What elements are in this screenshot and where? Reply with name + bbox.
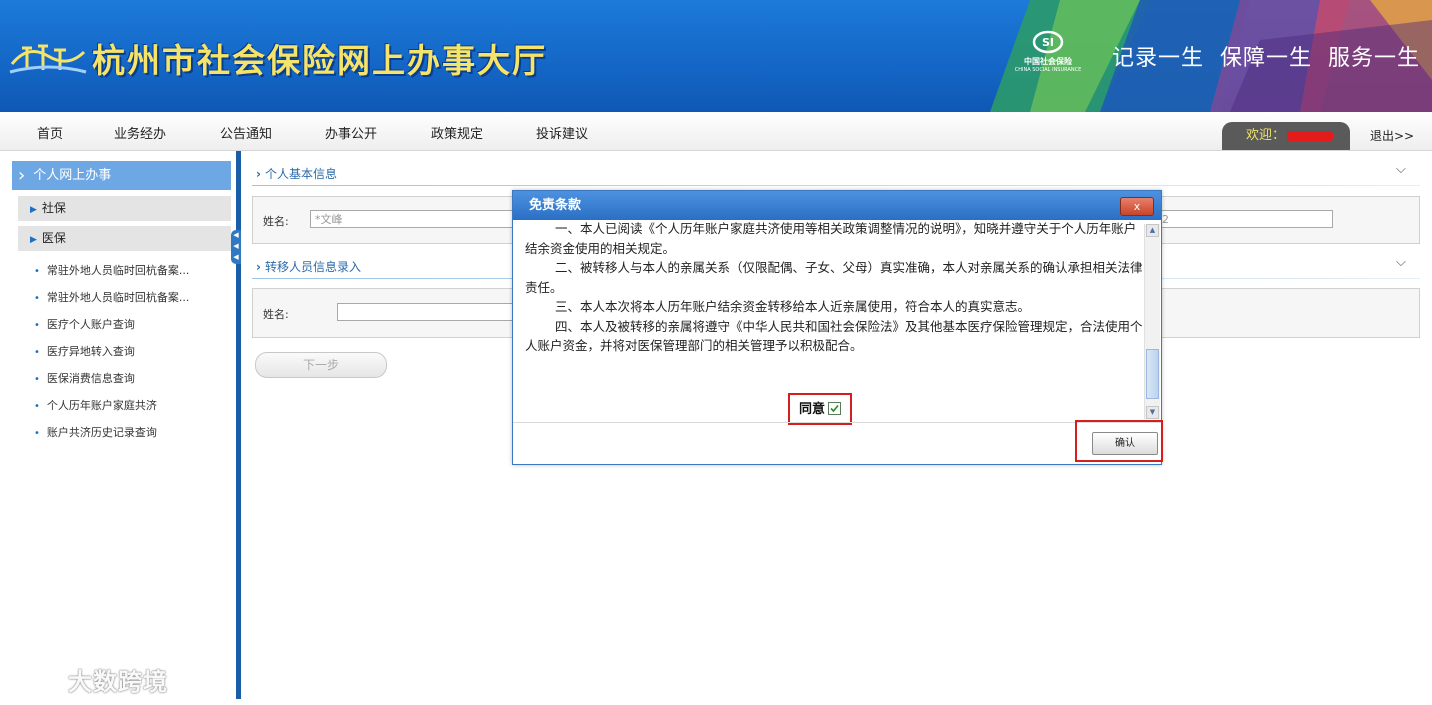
dialog-scrollbar[interactable]: ▲ ▼ (1144, 224, 1160, 419)
sidebar-group-social-security[interactable]: ▶ 社保 (18, 196, 231, 221)
section-divider (252, 185, 1420, 186)
agree-checkbox[interactable] (828, 402, 841, 415)
site-banner: 杭州市社会保险网上办事大厅 SI 中国社会保险 CHINA SOCIAL INS… (0, 0, 1432, 112)
sidebar-group-label: 社保 (41, 201, 66, 215)
dialog-body: 一、本人已阅读《个人历年账户家庭共济使用等相关政策调整情况的说明》，知晓并遵守关… (525, 221, 1143, 421)
sidebar-link-label: 医保消费信息查询 (46, 372, 135, 385)
checkmark-icon (830, 404, 839, 413)
sidebar-group-medical-insurance[interactable]: ▶ 医保 (18, 226, 231, 251)
scrollbar-thumb[interactable] (1146, 349, 1159, 399)
collapse-sidebar-icon[interactable]: ◀ ◀ ◀ (231, 230, 241, 264)
city-logo-icon (9, 44, 87, 74)
bullet-icon: • (34, 320, 40, 331)
clause-4: 四、本人及被转移的亲属将遵守《中华人民共和国社会保险法》及其他基本医疗保险管理规… (525, 318, 1143, 354)
nav-notices[interactable]: 公告通知 (220, 123, 272, 142)
sidebar-group-label: 医保 (41, 231, 66, 245)
watermark: 大数跨境 (10, 662, 168, 697)
top-navbar: 首页 业务经办 公告通知 办事公开 政策规定 投诉建议 欢迎： (0, 112, 1432, 151)
si-logo-icon: SI (1032, 30, 1064, 54)
agree-label: 同意 (798, 402, 825, 417)
name-label: 姓名: (263, 215, 289, 228)
si-logo-cn-text: 中国社会保险 (1024, 57, 1072, 66)
sidebar-link-temp-return-2[interactable]: • 常驻外地人员临时回杭备案... (34, 289, 189, 305)
transfer-name-field[interactable] (337, 303, 517, 321)
section-transfer-person-title: › 转移人员信息录入 (256, 258, 361, 275)
scroll-up-icon[interactable]: ▲ (1146, 224, 1159, 237)
sidebar-main-personal-online[interactable]: › 个人网上办事 (12, 161, 231, 190)
confirm-button[interactable]: 确认 (1092, 432, 1158, 455)
chevron-right-icon: › (256, 167, 261, 181)
chevron-down-icon[interactable]: ⌵ (1396, 255, 1406, 270)
svg-text:SI: SI (1042, 36, 1054, 49)
site-title: 杭州市社会保险网上办事大厅 (92, 41, 547, 80)
agree-highlight: 同意 (788, 393, 852, 425)
nav-business[interactable]: 业务经办 (114, 123, 166, 142)
sidebar-main-label: 个人网上办事 (33, 168, 112, 183)
bullet-icon: • (34, 293, 40, 304)
sidebar-link-temp-return-1[interactable]: • 常驻外地人员临时回杭备案... (34, 262, 189, 278)
disclaimer-dialog: 免责条款 x 一、本人已阅读《个人历年账户家庭共济使用等相关政策调整情况的说明》… (512, 190, 1163, 465)
sidebar-link-label: 账户共济历史记录查询 (46, 426, 157, 439)
next-step-button[interactable]: 下一步 (255, 352, 387, 378)
redacted-username (1287, 130, 1334, 141)
sidebar-link-transfer-in[interactable]: • 医疗异地转入查询 (34, 343, 135, 359)
section-title-text: 个人基本信息 (264, 167, 337, 181)
chevron-right-icon: › (256, 260, 261, 274)
section-personal-info-title: › 个人基本信息 (256, 165, 337, 182)
chevron-right-icon: › (18, 165, 26, 186)
sidebar-link-label: 常驻外地人员临时回杭备案... (46, 291, 190, 304)
bullet-icon: • (34, 374, 40, 385)
welcome-tab: 欢迎： (1222, 122, 1350, 150)
sidebar-link-label: 医疗异地转入查询 (46, 345, 135, 358)
name-label: 姓名: (263, 308, 289, 321)
clause-1: 一、本人已阅读《个人历年账户家庭共济使用等相关政策调整情况的说明》，知晓并遵守关… (525, 221, 1137, 256)
slogan: 记录一生 保障一生 服务一生 (1112, 46, 1420, 71)
nav-complaints[interactable]: 投诉建议 (536, 123, 588, 142)
section-title-text: 转移人员信息录入 (264, 260, 361, 274)
sidebar-link-family-sharing[interactable]: • 个人历年账户家庭共济 (34, 397, 157, 413)
scroll-down-icon[interactable]: ▼ (1146, 406, 1159, 419)
sidebar-link-sharing-history[interactable]: • 账户共济历史记录查询 (34, 424, 157, 440)
nav-home[interactable]: 首页 (37, 123, 63, 142)
dialog-footer-divider (513, 422, 1161, 423)
triangle-right-icon: ▶ (30, 205, 37, 215)
bullet-icon: • (34, 428, 40, 439)
sidebar-link-label: 个人历年账户家庭共济 (46, 399, 157, 412)
bullet-icon: • (34, 347, 40, 358)
sidebar-link-consumption[interactable]: • 医保消费信息查询 (34, 370, 135, 386)
chevron-down-icon[interactable]: ⌵ (1396, 162, 1406, 177)
bullet-icon: • (34, 401, 40, 412)
logout-link[interactable]: 退出>> (1370, 127, 1414, 144)
clause-2: 二、被转移人与本人的亲属关系（仅限配偶、子女、父母）真实准确，本人对亲属关系的确… (525, 260, 1143, 295)
welcome-label: 欢迎： (1246, 128, 1286, 143)
info-field-right[interactable]: 2 (1157, 210, 1333, 228)
clause-3: 三、本人本次将本人历年账户结余资金转移给本人近亲属使用，符合本人的真实意志。 (555, 299, 1031, 314)
triangle-right-icon: ▶ (30, 235, 37, 245)
close-icon[interactable]: x (1120, 197, 1154, 216)
social-insurance-logo: SI 中国社会保险 CHINA SOCIAL INSURANCE (1012, 30, 1084, 80)
nav-public-affairs[interactable]: 办事公开 (325, 123, 377, 142)
nav-policies[interactable]: 政策规定 (431, 123, 483, 142)
dialog-title: 免责条款 (513, 191, 1161, 220)
sidebar-link-label: 常驻外地人员临时回杭备案... (46, 264, 190, 277)
name-field[interactable]: *文峰 (310, 210, 520, 228)
watermark-text: 大数跨境 (68, 668, 168, 696)
sidebar-link-personal-account[interactable]: • 医疗个人账户查询 (34, 316, 135, 332)
sidebar-link-label: 医疗个人账户查询 (46, 318, 135, 331)
bullet-icon: • (34, 266, 40, 277)
si-logo-en-text: CHINA SOCIAL INSURANCE (1014, 67, 1082, 73)
watermark-logo-icon (10, 669, 62, 690)
